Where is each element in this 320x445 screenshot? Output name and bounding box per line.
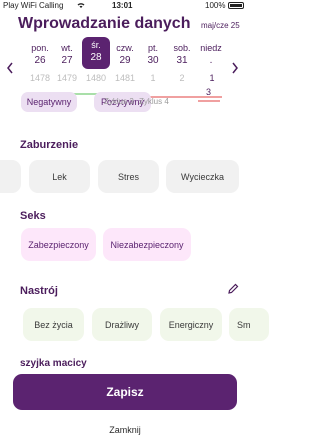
- cycle-day: 2: [179, 73, 185, 83]
- chip-label: Negatywny: [26, 97, 72, 107]
- day-number: 26: [34, 55, 46, 66]
- seks-chip-zabezpieczony[interactable]: Zabezpieczony: [21, 228, 96, 261]
- cycle-day: 1479: [56, 73, 78, 83]
- nastroj-chip-energiczny[interactable]: Energiczny: [160, 308, 222, 341]
- chip-label: Lek: [52, 171, 67, 182]
- cycle-day: 1480: [85, 73, 107, 83]
- section-title-seks: Seks: [20, 210, 46, 222]
- cycle-day-row: 1478 1479 1480 1481 1 2 1: [22, 73, 250, 87]
- day-mon[interactable]: pon. 26: [26, 43, 54, 71]
- chip-label: Wycieczka: [181, 171, 224, 182]
- seks-chip-niezabezpieczony[interactable]: Niezabezpieczony: [103, 228, 191, 261]
- phase-line-period-next: [198, 100, 220, 102]
- status-bar: Play WiFi Calling 13:01 100%: [0, 0, 250, 13]
- zaburzenie-chip-stres[interactable]: Stres: [98, 160, 159, 193]
- cycle-day: 1478: [29, 73, 51, 83]
- battery-icon: [228, 2, 244, 9]
- wifi-icon: [77, 3, 85, 8]
- cycle-label-left: Zyklus 3: [104, 97, 134, 106]
- section-title-next: szyjka macicy: [20, 358, 87, 369]
- section-title-zaburzenie: Zaburzenie: [20, 139, 79, 151]
- page-title: Wprowadzanie danych: [18, 15, 191, 32]
- cycle-day: 1: [150, 73, 156, 83]
- day-name: sob.: [173, 43, 191, 53]
- chip-label: Drażliwy: [104, 319, 139, 330]
- zaburzenie-chip-partial[interactable]: [0, 160, 21, 193]
- save-button-label: Zapisz: [106, 385, 144, 399]
- day-fri[interactable]: pt. 30: [139, 43, 167, 71]
- carrier-label: Play WiFi Calling: [3, 1, 64, 10]
- edit-mood-button[interactable]: [227, 282, 239, 294]
- month-label[interactable]: maj/cze 25: [201, 21, 240, 30]
- zaburzenie-chip-wycieczka[interactable]: Wycieczka: [166, 160, 239, 193]
- cycle-label-right: Zyklus 4: [139, 97, 169, 106]
- day-number: 29: [119, 55, 131, 66]
- chip-label: Stres: [117, 171, 139, 182]
- week-strip: pon. 26 wt. 27 śr. 28 czw. 29 pt. 30 sob…: [22, 37, 250, 71]
- pencil-icon: [228, 283, 239, 294]
- close-link[interactable]: Zamknij: [0, 425, 250, 435]
- battery-percent: 100%: [205, 1, 226, 10]
- day-tue[interactable]: wt. 27: [53, 43, 81, 71]
- day-number: 30: [147, 55, 159, 66]
- nastroj-chip-partial[interactable]: Sm: [229, 308, 269, 341]
- day-name: niedz: [200, 43, 222, 53]
- prev-week-button[interactable]: [6, 62, 16, 76]
- day-name: czw.: [116, 43, 134, 53]
- cycle-day: 1481: [114, 73, 136, 83]
- chip-label: Niezabezpieczony: [110, 239, 184, 250]
- day-sat[interactable]: sob. 31: [168, 43, 196, 71]
- day-wed-selected[interactable]: śr. 28: [82, 37, 110, 69]
- zaburzenie-chip-lek[interactable]: Lek: [29, 160, 90, 193]
- day-thu[interactable]: czw. 29: [111, 43, 139, 71]
- day-name: pon.: [31, 43, 49, 53]
- day-sun[interactable]: niedz .: [196, 43, 226, 71]
- day-name: wt.: [61, 43, 73, 53]
- chip-label: Sm: [237, 319, 251, 330]
- day-number: 31: [176, 55, 188, 66]
- day-name: śr.: [91, 40, 101, 50]
- chip-label: Zabezpieczony: [28, 239, 89, 250]
- save-button[interactable]: Zapisz: [13, 374, 237, 410]
- test-negative-chip[interactable]: Negatywny: [21, 92, 77, 112]
- cycle-day: 1: [209, 73, 215, 83]
- chip-label: Bez życia: [34, 319, 73, 330]
- section-title-nastroj: Nastrój: [20, 285, 58, 297]
- nastroj-chip-bez-zycia[interactable]: Bez życia: [23, 308, 84, 341]
- day-dot: .: [209, 55, 213, 66]
- nastroj-chip-drazliwy[interactable]: Drażliwy: [92, 308, 152, 341]
- chip-label: Energiczny: [168, 319, 214, 330]
- clock: 13:01: [112, 1, 133, 10]
- chevron-left-icon: [7, 62, 13, 74]
- day-name: pt.: [147, 43, 158, 53]
- day-number: 27: [61, 55, 73, 66]
- day-number: 28: [90, 52, 102, 63]
